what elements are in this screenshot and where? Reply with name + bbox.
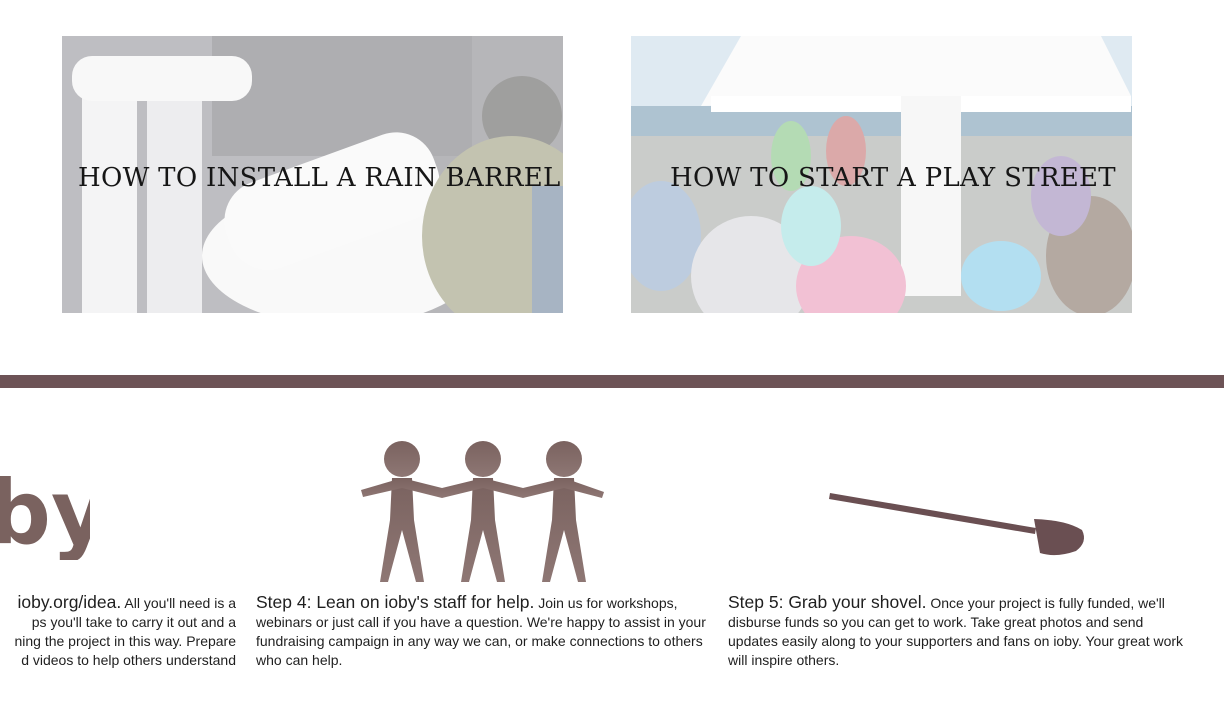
step-body-line: ps you'll take to carry it out and a <box>31 614 236 630</box>
play-street-card[interactable]: HOW TO START A PLAY STREET <box>631 36 1132 313</box>
section-divider <box>0 375 1224 388</box>
step-4-text: Step 4: Lean on ioby's staff for help. J… <box>256 593 712 670</box>
people-holding-hands-icon <box>361 441 604 582</box>
step-lead: Step 4: Lean on ioby's staff for help. <box>256 592 535 612</box>
step-lead: Step 5: Grab your shovel. <box>728 592 927 612</box>
logo-text: by <box>0 465 90 560</box>
shovel-icon <box>829 493 1084 556</box>
rain-barrel-card[interactable]: HOW TO INSTALL A RAIN BARREL <box>62 36 563 313</box>
step-5-text: Step 5: Grab your shovel. Once your proj… <box>728 593 1188 670</box>
step-body-line: All you'll need is a <box>124 595 236 611</box>
step-body-line: ning the project in this way. Prepare <box>14 633 236 649</box>
ioby-logo: by <box>0 465 90 560</box>
step-3-text: ioby.org/idea. All you'll need is a ps y… <box>0 593 236 673</box>
card-title: HOW TO START A PLAY STREET <box>670 163 1116 193</box>
step-body-line: d videos to help others understand <box>21 652 236 668</box>
step-lead: ioby.org/idea. <box>17 593 122 612</box>
card-title: HOW TO INSTALL A RAIN BARREL <box>78 163 561 193</box>
